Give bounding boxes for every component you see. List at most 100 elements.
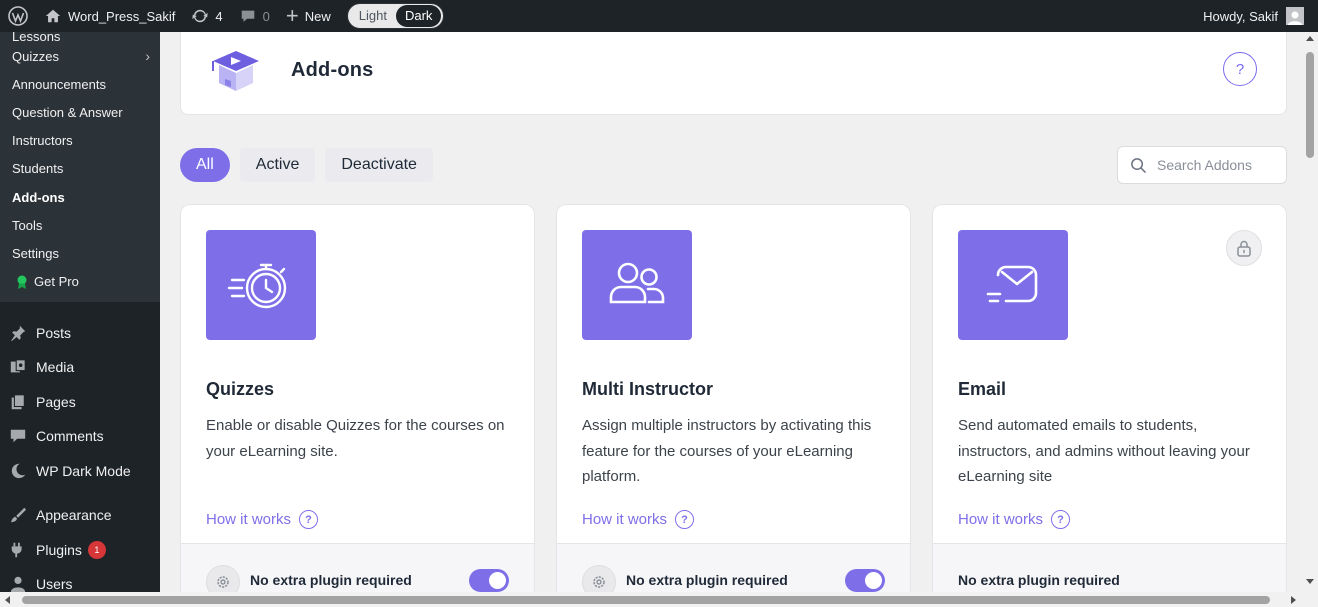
sidebar-item-label: Pages: [36, 393, 76, 410]
lms-submenu: Lessons Quizzes › Announcements Question …: [0, 32, 160, 302]
sidebar-item-tools[interactable]: Tools: [0, 211, 160, 239]
how-it-works-link[interactable]: How it works ?: [582, 510, 695, 529]
plus-icon: +: [285, 3, 299, 28]
main-content: Add-ons ? All Active Deactivate Quizzes: [160, 32, 1302, 607]
tab-active[interactable]: Active: [239, 148, 316, 182]
sidebar-item-question-answer[interactable]: Question & Answer: [0, 98, 160, 126]
plugins-update-badge: 1: [87, 540, 106, 559]
horizontal-scrollbar[interactable]: [0, 592, 1318, 607]
addons-logo-icon: [212, 51, 259, 91]
site-name: Word_Press_Sakif: [68, 8, 176, 24]
sidebar-item-label: Announcements: [12, 76, 106, 92]
sidebar-item-get-pro[interactable]: Get Pro: [0, 268, 160, 296]
pages-icon: [8, 392, 28, 412]
dark-mode-toggle[interactable]: Light Dark: [346, 3, 445, 29]
lock-icon: [1226, 230, 1262, 266]
dark-mode-option[interactable]: Dark: [395, 5, 442, 27]
sidebar-item-quizzes[interactable]: Quizzes ›: [0, 42, 160, 70]
admin-bar: Word_Press_Sakif 4 0 + New Light Dark Ho…: [0, 0, 1318, 32]
addon-toggle[interactable]: [469, 569, 509, 592]
sidebar-item-label: Comments: [36, 428, 104, 445]
scroll-right-arrow-icon[interactable]: [1291, 596, 1296, 604]
plugin-icon: [8, 540, 28, 560]
sidebar-item-instructors[interactable]: Instructors: [0, 127, 160, 155]
sidebar-item-comments[interactable]: Comments: [0, 419, 160, 454]
sidebar-item-students[interactable]: Students: [0, 155, 160, 183]
toggle-knob: [489, 572, 506, 589]
users-icon: [582, 230, 692, 340]
how-it-works-label: How it works: [582, 511, 668, 528]
how-it-works-link[interactable]: How it works ?: [206, 510, 319, 529]
light-mode-option[interactable]: Light: [350, 5, 396, 27]
howdy-greeting: Howdy, Sakif: [1203, 8, 1278, 24]
sidebar-item-plugins[interactable]: Plugins 1: [0, 533, 160, 568]
tab-all[interactable]: All: [180, 148, 230, 182]
tab-deactivate[interactable]: Deactivate: [325, 148, 433, 182]
sidebar-item-label: Appearance: [36, 507, 112, 524]
sidebar-item-label: Students: [12, 161, 64, 177]
site-name-link[interactable]: Word_Press_Sakif: [36, 0, 183, 32]
comment-icon: [241, 10, 254, 22]
requirement-text: No extra plugin required: [958, 572, 1120, 588]
chevron-right-icon: ›: [145, 48, 150, 65]
sidebar-item-media[interactable]: Media: [0, 350, 160, 385]
addon-description: Enable or disable Quizzes for the course…: [206, 417, 505, 460]
search-icon: [1131, 157, 1146, 173]
avatar: [1286, 7, 1304, 25]
sidebar-item-lessons[interactable]: Lessons: [0, 32, 160, 44]
addon-card-quizzes: Quizzes Enable or disable Quizzes for th…: [180, 204, 535, 607]
addon-toggle[interactable]: [845, 569, 885, 592]
help-button[interactable]: ?: [1223, 52, 1257, 86]
home-icon: [45, 9, 61, 23]
admin-sidebar: Lessons Quizzes › Announcements Question …: [0, 32, 160, 607]
updates-icon: [192, 9, 209, 23]
addon-title: Multi Instructor: [582, 379, 713, 399]
question-icon: ?: [675, 510, 695, 529]
requirement-text: No extra plugin required: [250, 572, 412, 588]
sidebar-item-posts[interactable]: Posts: [0, 316, 160, 351]
updates-link[interactable]: 4: [183, 0, 230, 32]
new-content-link[interactable]: + New: [278, 0, 339, 32]
my-account-link[interactable]: Howdy, Sakif: [1203, 7, 1318, 25]
sidebar-item-label: Users: [36, 576, 73, 593]
how-it-works-label: How it works: [206, 511, 292, 528]
vertical-scrollbar[interactable]: [1302, 32, 1318, 592]
sidebar-item-appearance[interactable]: Appearance: [0, 498, 160, 533]
how-it-works-link[interactable]: How it works ?: [958, 510, 1071, 529]
question-icon: ?: [1051, 510, 1071, 529]
sidebar-item-label: Media: [36, 359, 75, 376]
addon-description: Send automated emails to students, instr…: [958, 417, 1250, 485]
addon-title: Quizzes: [206, 379, 275, 399]
updates-count: 4: [215, 8, 223, 24]
sidebar-item-label: Quizzes: [12, 48, 59, 64]
addon-card-email: Email Send automated emails to students,…: [932, 204, 1287, 607]
sidebar-item-wp-dark-mode[interactable]: WP Dark Mode: [0, 454, 160, 489]
sidebar-item-label: Posts: [36, 324, 72, 341]
scroll-left-arrow-icon[interactable]: [5, 596, 10, 604]
vertical-scroll-thumb[interactable]: [1306, 52, 1314, 158]
sidebar-item-label: Add-ons: [12, 189, 65, 205]
sidebar-item-label: WP Dark Mode: [36, 462, 131, 479]
toggle-knob: [865, 572, 882, 589]
sidebar-item-announcements[interactable]: Announcements: [0, 70, 160, 98]
stopwatch-icon: [206, 230, 316, 340]
sidebar-item-add-ons[interactable]: Add-ons: [0, 183, 160, 211]
sidebar-item-label: Settings: [12, 245, 59, 261]
wordpress-logo-icon[interactable]: [0, 0, 36, 32]
sidebar-item-settings[interactable]: Settings: [0, 239, 160, 267]
envelope-icon: [958, 230, 1068, 340]
brush-icon: [8, 505, 28, 525]
new-label: New: [304, 8, 331, 24]
comments-icon: [8, 426, 28, 446]
search-input[interactable]: [1157, 157, 1277, 173]
addon-title: Email: [958, 379, 1007, 399]
scroll-up-arrow-icon[interactable]: [1306, 36, 1314, 41]
award-icon: [17, 275, 27, 289]
sidebar-item-pages[interactable]: Pages: [0, 385, 160, 420]
comments-link[interactable]: 0: [231, 0, 278, 32]
sidebar-item-label: Tools: [12, 217, 43, 233]
scroll-down-arrow-icon[interactable]: [1306, 579, 1314, 584]
requirement-text: No extra plugin required: [626, 572, 788, 588]
horizontal-scroll-thumb[interactable]: [22, 596, 1270, 604]
search-addons-box: [1117, 146, 1287, 184]
